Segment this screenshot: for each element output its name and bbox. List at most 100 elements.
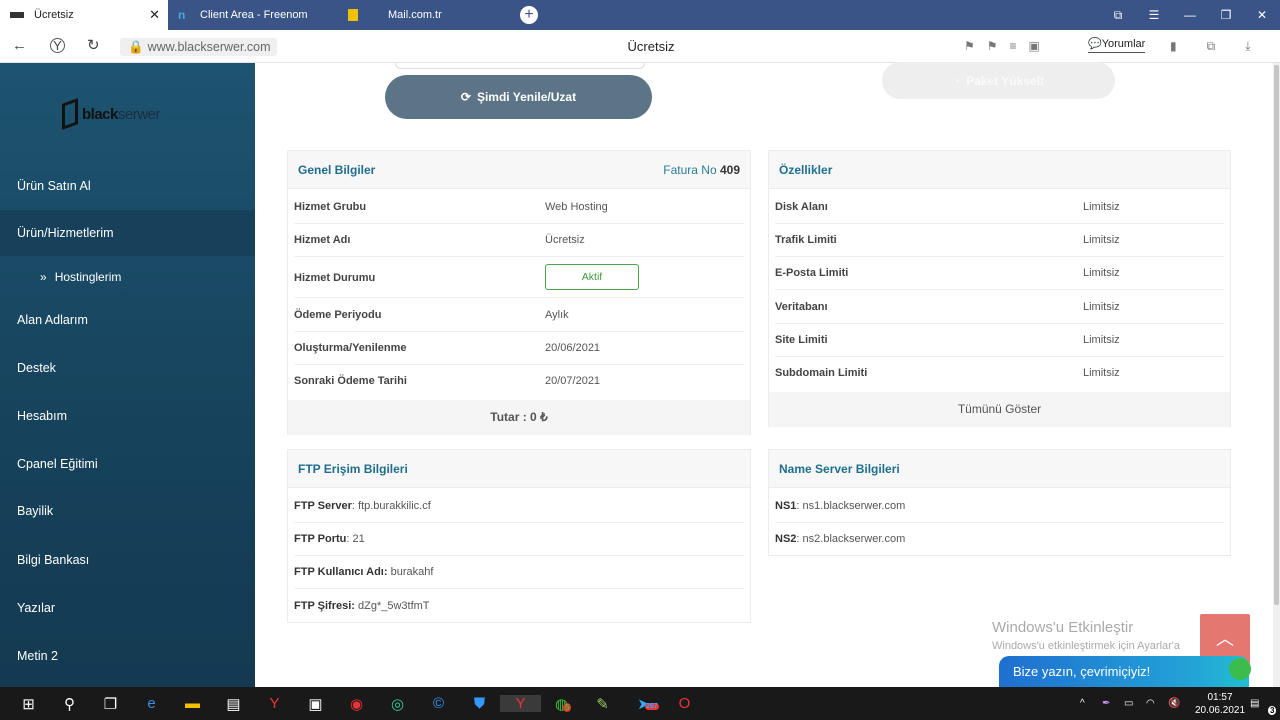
toolbar-icons: ⚑ ⚑ ≡ ▣ — [964, 39, 1040, 53]
sidebar-item-alan-adlarim[interactable]: Alan Adlarım — [0, 297, 255, 343]
table-row: Hizmet Durumu Aktif — [294, 257, 744, 298]
sidebar-item-cpanel-egitimi[interactable]: Cpanel Eğitimi — [0, 441, 255, 487]
file-explorer-icon[interactable]: ▬ — [172, 695, 213, 712]
opera-icon[interactable]: O — [664, 695, 705, 712]
table-row: Oluşturma/Yenilenme 20/06/2021 — [294, 332, 744, 365]
menu-icon[interactable]: ☰ — [1136, 8, 1172, 22]
system-tray: ^ ✒ ▭ ◠ 🔇 01:57 20.06.2021 ▤ 3 — [1080, 687, 1280, 720]
chat-label: Bize yazın, çevrimiçiyiz! — [1013, 664, 1151, 679]
nameserver-panel: Name Server Bilgileri NS1: ns1.blackserw… — [768, 449, 1231, 556]
telegram-badge: 267 — [645, 702, 659, 710]
yandex-active-icon[interactable]: Y — [500, 695, 541, 712]
store-icon[interactable]: ▤ — [213, 695, 254, 713]
download-icon[interactable]: ⤓ — [1245, 39, 1250, 54]
scrollbar-thumb[interactable] — [1274, 65, 1279, 605]
yandex-browser-icon[interactable]: Y — [254, 695, 295, 712]
double-chevron-right-icon: » — [40, 270, 47, 284]
tab-freenom[interactable]: n Client Area - Freenom — [168, 0, 338, 30]
table-row: Hizmet Adı Ücretsiz — [294, 224, 744, 257]
close-window-icon[interactable]: ✕ — [1244, 8, 1280, 22]
windows-start-icon[interactable]: ⊞ — [8, 695, 49, 713]
panel-header: Name Server Bilgileri — [769, 450, 1230, 488]
ftp-title: FTP Erişim Bilgileri — [298, 462, 408, 476]
page-scrollbar[interactable] — [1273, 63, 1280, 687]
whatsapp-icon[interactable]: ◍ 5 — [541, 695, 582, 713]
sidebar-item-urun-hizmetlerim[interactable]: Ürün/Hizmetlerim — [0, 210, 255, 256]
windows-taskbar: ⊞ ⚲ ❐ e ▬ ▤ Y ▣ ◉ ◎ © ⛊ Y ◍ 5 ✎ ➤ 267 O ^ … — [0, 687, 1280, 720]
sidebar-item-urun-satin-al[interactable]: Ürün Satın Al — [0, 163, 255, 209]
sidebar-item-bilgi-bankasi[interactable]: Bilgi Bankası — [0, 537, 255, 583]
sidebar-item-bayilik[interactable]: Bayilik — [0, 488, 255, 534]
battery-icon[interactable]: ▭ — [1124, 698, 1146, 709]
upgrade-package-button[interactable]: ◔ Paket Yükselt — [882, 62, 1115, 99]
activation-watermark-title: Windows'u Etkinleştir — [992, 619, 1134, 636]
reader-list-icon[interactable]: ≡ — [1010, 39, 1017, 53]
address-bar: ← Y ↻ 🔒 www.blackserwer.com Ücretsiz ⚑ ⚑ … — [0, 30, 1280, 63]
search-icon[interactable]: ⚲ — [49, 695, 90, 713]
collections-icon[interactable]: ⧉ — [1207, 39, 1216, 54]
minimize-icon[interactable]: — — [1172, 8, 1208, 22]
tabs-overview-icon[interactable]: ⧉ — [1100, 8, 1136, 23]
table-row: Site Limiti Limitsiz — [775, 324, 1224, 357]
extension-flags-icon[interactable]: ⚑ — [987, 39, 998, 53]
blackserwer-logo[interactable]: blackserwer — [62, 98, 160, 130]
tray-chevron-up-icon[interactable]: ^ — [1080, 698, 1102, 709]
logo-text: black — [82, 105, 118, 123]
panel-header: Genel Bilgiler Fatura No 409 — [288, 151, 750, 189]
notifications-icon[interactable]: ▤ 3 — [1250, 698, 1280, 715]
telegram-icon[interactable]: ➤ 267 — [623, 695, 664, 713]
comments-button[interactable]: 💬Yorumlar — [1088, 37, 1146, 53]
refresh-icon: ⟳ — [460, 90, 471, 104]
live-chat-button[interactable]: Bize yazın, çevrimiçiyiz! — [999, 656, 1251, 687]
maximize-icon[interactable]: ❐ — [1208, 8, 1244, 22]
panel-header: Özellikler — [769, 151, 1230, 189]
clock[interactable]: 01:57 20.06.2021 — [1190, 691, 1250, 717]
tab-mail[interactable]: Mail.com.tr — [338, 0, 508, 30]
upgrade-button-label: Paket Yükselt — [966, 73, 1045, 88]
table-row: Subdomain Limiti Limitsiz — [775, 367, 1120, 379]
sidebar-subitem-hostinglerim[interactable]: » Hostinglerim — [40, 270, 121, 284]
table-row: Ödeme Periyodu Aylık — [294, 299, 744, 332]
freenom-favicon-icon: n — [178, 8, 186, 22]
gauge-icon: ◔ — [952, 73, 961, 88]
general-info-panel: Genel Bilgiler Fatura No 409 Hizmet Grub… — [287, 150, 751, 435]
bookmark-icon[interactable]: ▮ — [1170, 39, 1177, 54]
list-item: FTP Kullanıcı Adı: burakahf — [294, 556, 744, 589]
sidebar: blackserwer Ürün Satın Al Ürün/Hizmetler… — [0, 63, 255, 687]
sidebar-item-metin-2[interactable]: Metin 2 — [0, 633, 255, 679]
table-row: Trafik Limiti Limitsiz — [775, 224, 1224, 257]
toolbar-right-icons: ▮ ⧉ ⤓ — [1170, 39, 1251, 54]
wifi-icon[interactable]: ◠ — [1146, 698, 1168, 709]
app-icon[interactable]: ▣ — [295, 695, 336, 713]
ccleaner-icon[interactable]: © — [418, 695, 459, 712]
sidebar-item-yazilar[interactable]: Yazılar — [0, 585, 255, 631]
show-all-button[interactable]: Tümünü Göster — [769, 392, 1230, 427]
task-view-icon[interactable]: ❐ — [90, 695, 131, 713]
renew-button[interactable]: ⟳ Şimdi Yenile/Uzat — [385, 75, 652, 119]
comment-bubble-icon: 💬 — [1088, 38, 1102, 50]
mail-favicon-icon — [348, 9, 358, 21]
list-item: FTP Server: ftp.burakkilic.cf — [294, 490, 744, 523]
close-tab-icon[interactable]: ✕ — [149, 8, 160, 21]
notepad-icon[interactable]: ✎ — [582, 695, 623, 713]
edge-icon[interactable]: e — [131, 695, 172, 712]
tab-ucretsiz[interactable]: Ücretsiz ✕ — [0, 0, 168, 30]
downloads-box-icon[interactable]: ▣ — [1029, 39, 1040, 53]
list-item: NS2: ns2.blackserwer.com — [775, 533, 906, 545]
logo-mark-icon — [62, 98, 78, 130]
antivirus-icon[interactable]: ◉ — [336, 695, 377, 713]
window-controls: ⧉ ☰ — ❐ ✕ — [1100, 0, 1280, 30]
sidebar-item-hesabim[interactable]: Hesabım — [0, 393, 255, 439]
status-badge: Aktif — [545, 264, 639, 290]
chevron-up-icon: ︿ — [1216, 629, 1234, 649]
sidebar-item-destek[interactable]: Destek — [0, 345, 255, 391]
volume-mute-icon[interactable]: 🔇 — [1168, 698, 1190, 709]
table-row: Sonraki Ödeme Tarihi 20/07/2021 — [294, 375, 601, 387]
invoice-number[interactable]: Fatura No 409 — [663, 163, 740, 177]
new-tab-plus-icon[interactable]: + — [520, 6, 538, 24]
extension-flag-icon[interactable]: ⚑ — [964, 39, 975, 53]
vpn-shield-icon[interactable]: ⛊ — [459, 695, 500, 712]
tray-pen-icon[interactable]: ✒ — [1102, 698, 1124, 709]
app-green-icon[interactable]: ◎ — [377, 695, 418, 713]
online-indicator-icon — [1229, 658, 1251, 680]
